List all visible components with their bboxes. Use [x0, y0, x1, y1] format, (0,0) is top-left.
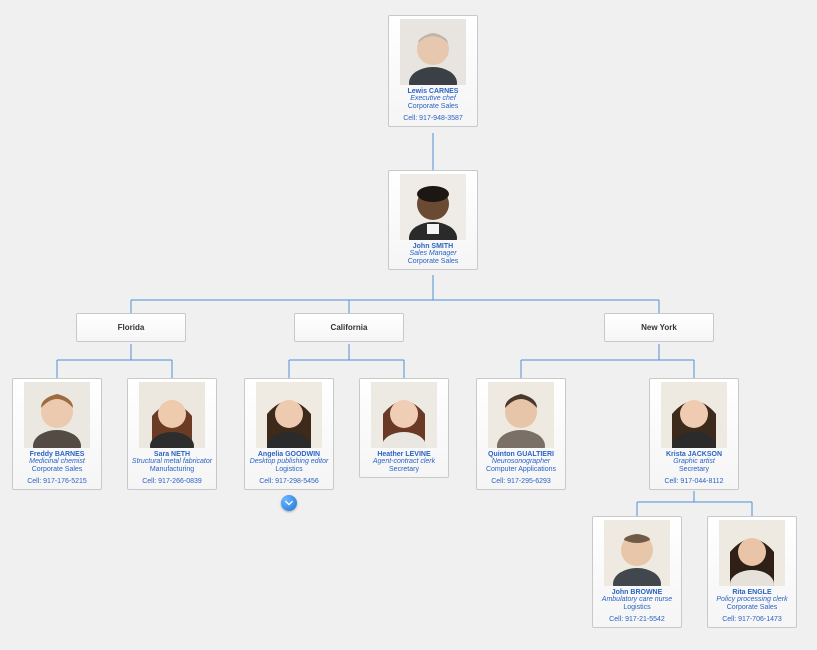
person-dept: Computer Applications [480, 466, 562, 473]
avatar [139, 382, 205, 448]
person-role: Graphic artist [653, 458, 735, 465]
person-name: Lewis CARNES [392, 88, 474, 95]
person-name: John SMITH [392, 243, 474, 250]
person-name: Krista JACKSON [653, 451, 735, 458]
person-name: Rita ENGLE [711, 589, 793, 596]
region-florida[interactable]: Florida [76, 313, 186, 342]
region-california[interactable]: California [294, 313, 404, 342]
person-name: Freddy BARNES [16, 451, 98, 458]
expand-button[interactable] [281, 495, 297, 511]
person-name: Quinton GUALTIERI [480, 451, 562, 458]
person-role: Agent-contract clerk [363, 458, 445, 465]
person-card-krista-jackson[interactable]: Krista JACKSON Graphic artist Secretary … [649, 378, 739, 490]
person-dept: Manufacturing [131, 466, 213, 473]
person-card-john-smith[interactable]: John SMITH Sales Manager Corporate Sales [388, 170, 478, 270]
person-dept: Corporate Sales [392, 103, 474, 110]
person-dept: Corporate Sales [711, 604, 793, 611]
org-chart-canvas: Lewis CARNES Executive chef Corporate Sa… [0, 0, 817, 650]
person-name: Heather LEVINE [363, 451, 445, 458]
person-role: Structural metal fabricator [131, 458, 213, 465]
avatar [400, 174, 466, 240]
person-cell: Cell: 917-706-1473 [711, 616, 793, 623]
person-cell: Cell: 917-298-5456 [248, 478, 330, 485]
person-card-lewis-carnes[interactable]: Lewis CARNES Executive chef Corporate Sa… [388, 15, 478, 127]
person-dept: Logistics [596, 604, 678, 611]
person-cell: Cell: 917-266-0839 [131, 478, 213, 485]
person-role: Policy processing clerk [711, 596, 793, 603]
person-cell: Cell: 917-295-6293 [480, 478, 562, 485]
avatar [719, 520, 785, 586]
chevron-down-icon [285, 499, 293, 507]
person-role: Neurosonographer [480, 458, 562, 465]
avatar [256, 382, 322, 448]
person-card-john-browne[interactable]: John BROWNE Ambulatory care nurse Logist… [592, 516, 682, 628]
person-card-sara-neth[interactable]: Sara NETH Structural metal fabricator Ma… [127, 378, 217, 490]
avatar [604, 520, 670, 586]
person-role: Ambulatory care nurse [596, 596, 678, 603]
person-cell: Cell: 917-044-8112 [653, 478, 735, 485]
person-cell: Cell: 917-948-3587 [392, 115, 474, 122]
person-role: Medicinal chemist [16, 458, 98, 465]
region-label: California [331, 323, 368, 332]
person-name: John BROWNE [596, 589, 678, 596]
person-cell: Cell: 917-176-5215 [16, 478, 98, 485]
person-role: Desktop publishing editor [248, 458, 330, 465]
region-label: Florida [118, 323, 145, 332]
person-dept: Logistics [248, 466, 330, 473]
person-dept: Secretary [363, 466, 445, 473]
avatar [371, 382, 437, 448]
person-role: Sales Manager [392, 250, 474, 257]
person-cell: Cell: 917-21-5542 [596, 616, 678, 623]
person-dept: Secretary [653, 466, 735, 473]
person-dept: Corporate Sales [16, 466, 98, 473]
person-card-freddy-barnes[interactable]: Freddy BARNES Medicinal chemist Corporat… [12, 378, 102, 490]
person-card-angelia-goodwin[interactable]: Angelia GOODWIN Desktop publishing edito… [244, 378, 334, 490]
person-card-quinton-gualtieri[interactable]: Quinton GUALTIERI Neurosonographer Compu… [476, 378, 566, 490]
avatar [661, 382, 727, 448]
person-card-heather-levine[interactable]: Heather LEVINE Agent-contract clerk Secr… [359, 378, 449, 478]
region-label: New York [641, 323, 677, 332]
person-role: Executive chef [392, 95, 474, 102]
person-card-rita-engle[interactable]: Rita ENGLE Policy processing clerk Corpo… [707, 516, 797, 628]
avatar [24, 382, 90, 448]
avatar [488, 382, 554, 448]
avatar [400, 19, 466, 85]
region-newyork[interactable]: New York [604, 313, 714, 342]
person-name: Angelia GOODWIN [248, 451, 330, 458]
person-name: Sara NETH [131, 451, 213, 458]
person-dept: Corporate Sales [392, 258, 474, 265]
